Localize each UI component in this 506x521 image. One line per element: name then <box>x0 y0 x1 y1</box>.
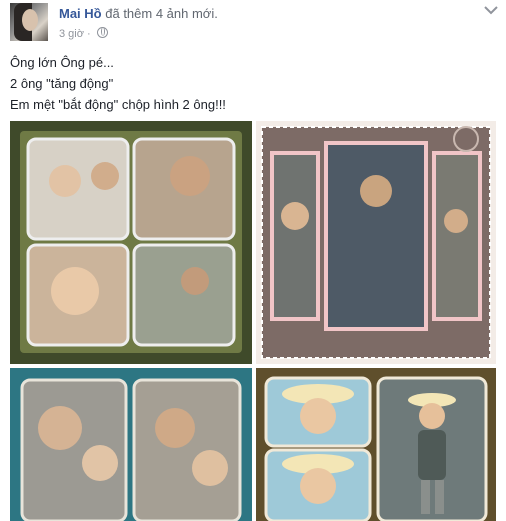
photo-3-collage <box>10 368 252 521</box>
post-action-text: đã thêm 4 ảnh mới. <box>105 6 218 21</box>
post-message: Ông lớn Ông pé... 2 ông "tăng động" Em m… <box>10 52 226 115</box>
message-line: Ông lớn Ông pé... <box>10 55 114 70</box>
globe-icon <box>96 27 108 38</box>
photo-2[interactable] <box>256 121 496 364</box>
post-timestamp[interactable]: 3 giờ · <box>59 28 91 40</box>
chevron-down-icon[interactable] <box>484 5 498 15</box>
photo-grid <box>10 121 496 521</box>
photo-1-collage <box>10 121 252 364</box>
message-line: Em mệt "bắt động" chộp hình 2 ông!!! <box>10 97 226 112</box>
message-line: 2 ông "tăng động" <box>10 76 114 91</box>
photo-1[interactable] <box>10 121 252 364</box>
author-line: Mai Hồ đã thêm 4 ảnh mới. <box>59 6 218 21</box>
profile-avatar[interactable] <box>10 3 48 41</box>
author-name-link[interactable]: Mai Hồ <box>59 6 102 21</box>
photo-3[interactable] <box>10 368 252 521</box>
photo-4-collage <box>256 368 496 521</box>
photo-2-collage <box>256 121 496 364</box>
post-meta: 3 giờ · <box>59 27 108 40</box>
post-header: Mai Hồ đã thêm 4 ảnh mới. 3 giờ · <box>10 3 500 43</box>
avatar-face <box>22 9 38 31</box>
photo-4[interactable] <box>256 368 496 521</box>
